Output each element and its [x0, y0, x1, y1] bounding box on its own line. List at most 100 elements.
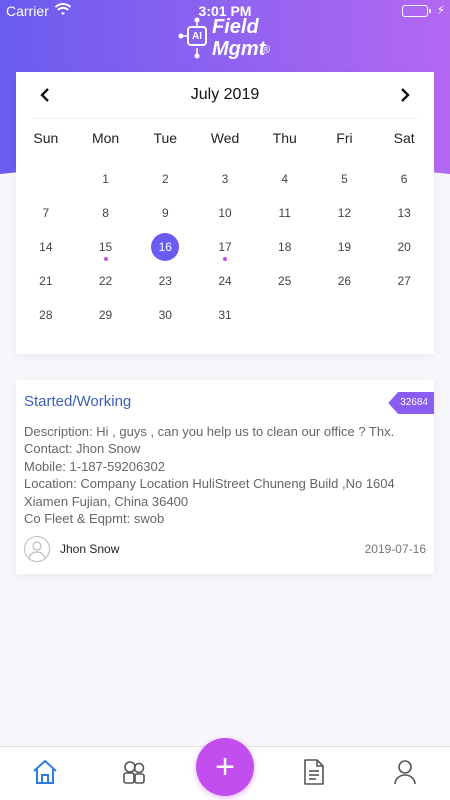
tab-documents[interactable] — [299, 757, 329, 787]
calendar-day-number: 9 — [161, 206, 169, 220]
job-date: 2019-07-16 — [364, 542, 426, 556]
job-description: Description: Hi , guys , can you help us… — [24, 424, 395, 439]
calendar-day-number: 3 — [221, 172, 229, 186]
calendar-day-number: 7 — [42, 206, 50, 220]
calendar-day-number: 30 — [158, 308, 172, 322]
calendar-day-number: 21 — [39, 274, 53, 288]
calendar-day-5[interactable]: 5 — [315, 162, 375, 196]
registered-mark: ® — [262, 44, 271, 56]
calendar-divider — [32, 118, 418, 119]
calendar-day-18[interactable]: 18 — [255, 230, 315, 264]
calendar-day-11[interactable]: 11 — [255, 196, 315, 230]
weekday-row: Sun Mon Tue Wed Thu Fri Sat — [16, 130, 434, 152]
calendar-card: July 2019 Sun Mon Tue Wed Thu Fri Sat 12… — [16, 72, 434, 354]
calendar-day-28[interactable]: 28 — [16, 298, 76, 332]
job-footer: Jhon Snow 2019-07-16 — [24, 536, 426, 564]
job-details: Description: Hi , guys , can you help us… — [24, 423, 428, 527]
chevron-right-icon — [401, 88, 410, 102]
calendar-day-number: 1 — [102, 172, 109, 186]
calendar-day-number: 10 — [218, 206, 232, 220]
calendar-day-21[interactable]: 21 — [16, 264, 76, 298]
calendar-day-number: 14 — [39, 240, 53, 254]
calendar-day-10[interactable]: 10 — [195, 196, 255, 230]
job-mobile: Mobile: 1-187-59206302 — [24, 458, 165, 474]
calendar-day-number: 16 — [151, 233, 180, 261]
calendar-day-number: 5 — [341, 172, 348, 186]
calendar-day-4[interactable]: 4 — [255, 162, 315, 196]
calendar-day-15[interactable]: 15 — [76, 230, 136, 264]
calendar-day-number: 6 — [400, 172, 408, 186]
tab-team[interactable] — [119, 757, 149, 787]
calendar-day-number: 15 — [98, 240, 113, 254]
calendar-day-31[interactable]: 31 — [195, 298, 255, 332]
charging-icon: ⚡ — [436, 3, 445, 17]
calendar-day-19[interactable]: 19 — [315, 230, 375, 264]
user-avatar-icon — [28, 541, 46, 559]
app-logo: AI Field Mgmt ® — [178, 16, 274, 62]
battery-icon — [402, 5, 431, 17]
job-id-tag: 32684 — [388, 392, 434, 414]
job-status: Started/Working — [24, 393, 132, 410]
calendar-day-number: 12 — [337, 206, 352, 220]
calendar-day-number: 23 — [158, 274, 172, 288]
calendar-day-number: 4 — [281, 172, 289, 186]
job-location-line1: Location: Company Location HuliStreet Ch… — [24, 476, 395, 492]
calendar-day-number: 2 — [161, 172, 169, 186]
add-job-button[interactable]: + — [196, 738, 254, 796]
calendar-day-7[interactable]: 7 — [16, 196, 76, 230]
calendar-day-3[interactable]: 3 — [195, 162, 255, 196]
calendar-day-number: 31 — [218, 308, 232, 322]
calendar-day-27[interactable]: 27 — [374, 264, 434, 298]
weekday-label: Wed — [210, 130, 240, 146]
calendar-day-13[interactable]: 13 — [374, 196, 434, 230]
calendar-day-number: 19 — [337, 240, 352, 254]
next-month-button[interactable] — [392, 82, 418, 108]
tab-home[interactable] — [30, 757, 60, 787]
calendar-day-number: 27 — [397, 274, 411, 288]
calendar-days-grid: 1 2 3 4 5 6 7 8 9 10 11 12 13 14 15 16 17 18 19 20 21 22 23 24 2… — [16, 162, 434, 332]
calendar-day-24[interactable]: 24 — [195, 264, 255, 298]
calendar-day-23[interactable]: 23 — [135, 264, 195, 298]
calendar-day-number: 11 — [278, 206, 291, 220]
calendar-day-22[interactable]: 22 — [76, 264, 136, 298]
calendar-day-number: 24 — [218, 274, 232, 288]
logo-mgmt-text: Mgmt — [212, 38, 266, 60]
tab-profile[interactable] — [390, 757, 420, 787]
calendar-day-6[interactable]: 6 — [374, 162, 434, 196]
avatar — [24, 536, 50, 562]
calendar-day-number: 29 — [98, 308, 113, 322]
calendar-day-30[interactable]: 30 — [135, 298, 195, 332]
document-icon — [304, 759, 324, 785]
calendar-day-17[interactable]: 17 — [195, 230, 255, 264]
calendar-day-1[interactable]: 1 — [76, 162, 136, 196]
ai-badge: AI — [187, 26, 207, 46]
weekday-label: Sun — [33, 130, 59, 146]
calendar-day-number: 26 — [337, 274, 352, 288]
calendar-day-16[interactable]: 16 — [135, 230, 195, 264]
team-icon — [123, 761, 145, 784]
logo-field-text: Field — [212, 16, 259, 38]
job-contact: Contact: Jhon Snow — [24, 441, 141, 457]
calendar-header: July 2019 — [16, 72, 434, 118]
plus-icon: + — [215, 747, 235, 786]
job-card[interactable]: Started/Working 32684 Description: Hi , … — [16, 380, 434, 574]
calendar-day-29[interactable]: 29 — [76, 298, 136, 332]
job-fleet: Co Fleet & Eqpmt: swob — [24, 511, 165, 527]
calendar-day-12[interactable]: 12 — [315, 196, 375, 230]
profile-icon — [394, 760, 416, 785]
calendar-day-20[interactable]: 20 — [374, 230, 434, 264]
calendar-day-25[interactable]: 25 — [255, 264, 315, 298]
calendar-day-number: 22 — [98, 274, 113, 288]
calendar-day-number: 25 — [278, 274, 292, 288]
calendar-day-number: 20 — [397, 240, 411, 254]
calendar-day-number: 8 — [102, 206, 109, 220]
calendar-day-14[interactable]: 14 — [16, 230, 76, 264]
weekday-label: Thu — [272, 130, 297, 146]
weekday-label: Mon — [91, 130, 120, 146]
month-title: July 2019 — [190, 86, 260, 103]
calendar-day-number: 17 — [218, 240, 232, 254]
calendar-day-2[interactable]: 2 — [135, 162, 195, 196]
calendar-day-8[interactable]: 8 — [76, 196, 136, 230]
calendar-day-26[interactable]: 26 — [315, 264, 375, 298]
calendar-day-9[interactable]: 9 — [135, 196, 195, 230]
